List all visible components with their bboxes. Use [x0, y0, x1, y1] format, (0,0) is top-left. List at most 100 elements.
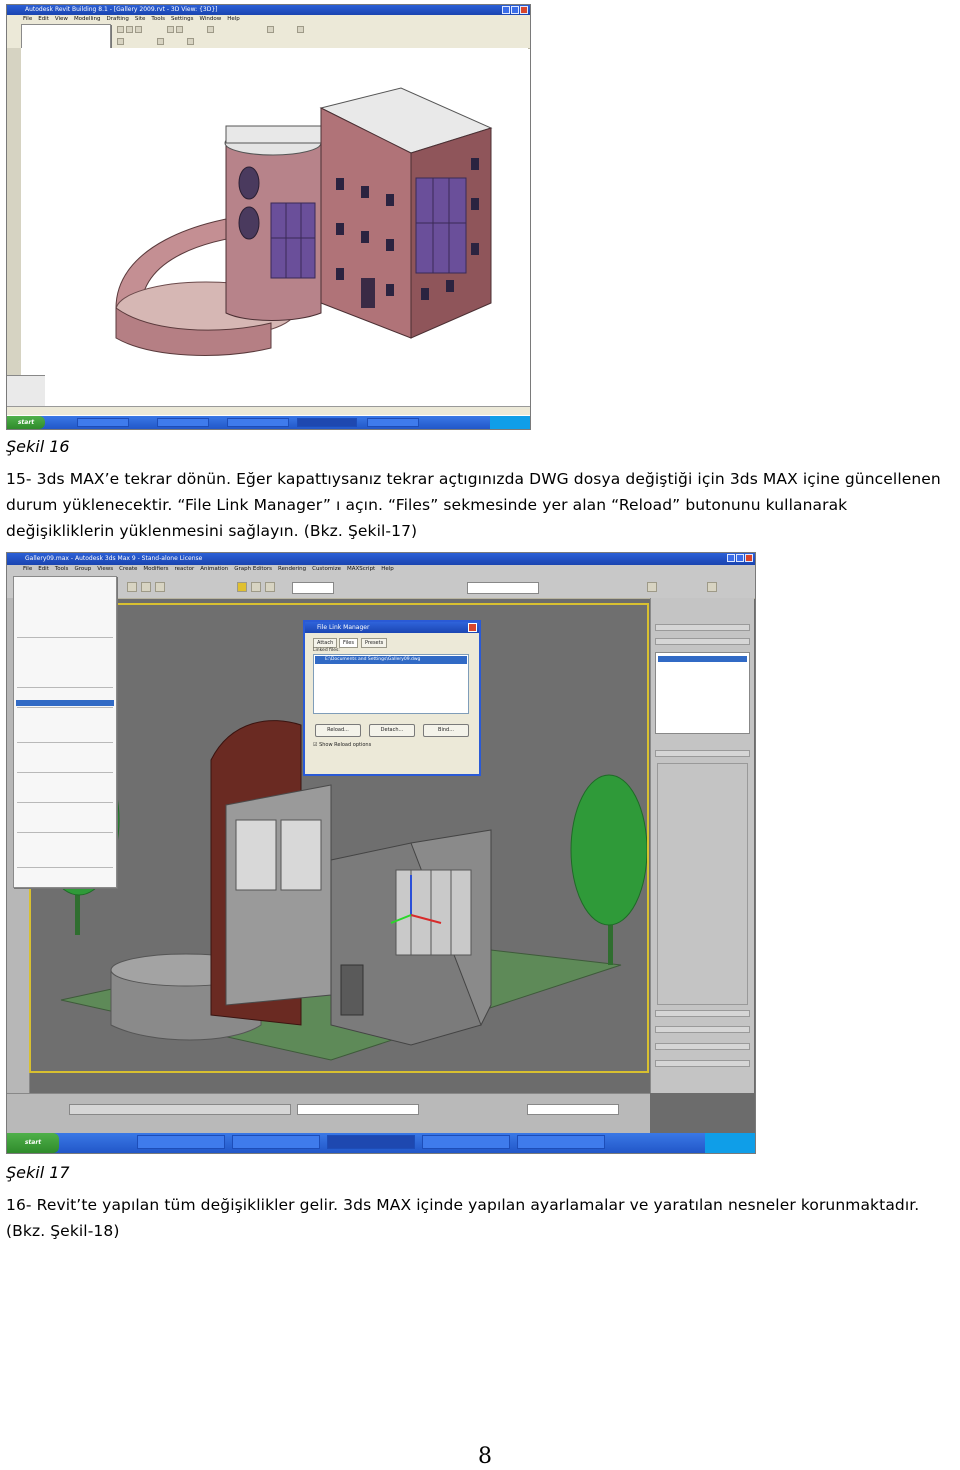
- taskbar-item-revit[interactable]: [297, 418, 357, 427]
- revit-screenshot: Autodesk Revit Building 8.1 - [Gallery 2…: [6, 4, 531, 430]
- maximize-icon[interactable]: [736, 554, 744, 562]
- max-menu-group[interactable]: Group: [74, 565, 91, 576]
- menu-settings[interactable]: Settings: [171, 15, 194, 24]
- scale-icon[interactable]: [265, 582, 275, 592]
- taskbar-item-d[interactable]: [422, 1135, 510, 1149]
- menu-file[interactable]: File: [23, 15, 32, 24]
- 3dsmax-screenshot: Gallery09.max - Autodesk 3ds Max 9 - Sta…: [6, 552, 756, 1154]
- modifier-dropdown[interactable]: [655, 638, 750, 645]
- reference-coord-dropdown[interactable]: [292, 582, 334, 594]
- modifier-list-field[interactable]: [655, 624, 750, 631]
- revit-window-title: Autodesk Revit Building 8.1 - [Gallery 2…: [25, 6, 218, 13]
- max-menu-graph-editors[interactable]: Graph Editors: [234, 565, 272, 576]
- menu-help[interactable]: Help: [227, 15, 240, 24]
- show-reload-options-checkbox[interactable]: ☑ Show Reload options: [313, 742, 371, 748]
- zoom-icon[interactable]: [207, 26, 214, 33]
- tab-presets[interactable]: Presets: [361, 638, 388, 648]
- tab-attach[interactable]: Attach: [313, 638, 338, 648]
- step-15-paragraph: 15- 3ds MAX’e tekrar dönün. Eğer kapattı…: [6, 466, 958, 544]
- linked-files-list[interactable]: E:\Documents and Settings\Gallery09.dwg: [313, 654, 469, 714]
- save-icon[interactable]: [135, 26, 142, 33]
- max-menu-views[interactable]: Views: [97, 565, 113, 576]
- taskbar-item-3[interactable]: [227, 418, 289, 427]
- step-16-line-1: 16- Revit’te yapılan tüm değişiklikler g…: [6, 1196, 920, 1214]
- undo-icon[interactable]: [167, 26, 174, 33]
- menu-view[interactable]: View: [55, 15, 68, 24]
- step-16-paragraph: 16- Revit’te yapılan tüm değişiklikler g…: [6, 1192, 958, 1244]
- start-button-2[interactable]: start: [7, 1133, 59, 1153]
- minimize-icon[interactable]: [502, 6, 510, 14]
- max-menu-modifiers[interactable]: Modifiers: [143, 565, 168, 576]
- max-menu-create[interactable]: Create: [119, 565, 137, 576]
- object-selected-status: [69, 1104, 291, 1115]
- selection-set-field[interactable]: [527, 1104, 619, 1115]
- max-menu-maxscript[interactable]: MAXScript: [347, 565, 375, 576]
- dimension-icon[interactable]: [157, 38, 164, 45]
- menu-modelling[interactable]: Modelling: [74, 15, 101, 24]
- minimize-icon[interactable]: [727, 554, 735, 562]
- menu-window[interactable]: Window: [200, 15, 222, 24]
- dialog-close-icon[interactable]: [468, 623, 477, 632]
- linked-file-entry[interactable]: E:\Documents and Settings\Gallery09.dwg: [315, 656, 467, 664]
- max-menu-tools[interactable]: Tools: [55, 565, 69, 576]
- move-icon[interactable]: [237, 582, 247, 592]
- fit-button-row[interactable]: [655, 1010, 750, 1017]
- new-icon[interactable]: [117, 26, 124, 33]
- dialog-title: File Link Manager: [305, 622, 479, 633]
- start-button[interactable]: start: [7, 416, 45, 429]
- thin-lines-icon[interactable]: [267, 26, 274, 33]
- design-bar: [7, 48, 22, 406]
- windows-taskbar-2: start: [7, 1133, 755, 1153]
- quick-render-icon[interactable]: [707, 582, 717, 592]
- tab-files[interactable]: Files: [339, 638, 358, 648]
- taskbar-item-a[interactable]: [137, 1135, 225, 1149]
- close-icon[interactable]: [745, 554, 753, 562]
- max-status-area: [7, 1093, 650, 1134]
- menu-edit[interactable]: Edit: [38, 15, 49, 24]
- step-16-line-2: (Bkz. Şekil-18): [6, 1222, 120, 1240]
- redo-icon[interactable]: [176, 26, 183, 33]
- max-menu-animation[interactable]: Animation: [200, 565, 228, 576]
- page-number: 8: [478, 1444, 492, 1469]
- taskbar-item-3dsmax[interactable]: [327, 1135, 415, 1149]
- menu-drafting[interactable]: Drafting: [106, 15, 128, 24]
- acquire-row[interactable]: [655, 1060, 750, 1067]
- rotate-icon[interactable]: [251, 582, 261, 592]
- modifier-stack-selected[interactable]: [658, 656, 747, 662]
- view-align-row[interactable]: [655, 1043, 750, 1050]
- max-menu-edit[interactable]: Edit: [38, 565, 49, 576]
- taskbar-item-1[interactable]: [77, 418, 129, 427]
- region-icon[interactable]: [155, 582, 165, 592]
- select-icon[interactable]: [127, 582, 137, 592]
- max-menu-rendering[interactable]: Rendering: [278, 565, 306, 576]
- modifier-stack[interactable]: [655, 652, 750, 734]
- coordinate-fields[interactable]: [297, 1104, 419, 1115]
- select-by-name-icon[interactable]: [141, 582, 151, 592]
- max-menu-reactor[interactable]: reactor: [175, 565, 195, 576]
- detach-button[interactable]: Detach...: [369, 724, 415, 737]
- taskbar-item-b[interactable]: [232, 1135, 320, 1149]
- taskbar-item-2[interactable]: [157, 418, 209, 427]
- max-menu-file[interactable]: File: [23, 565, 32, 576]
- max-menu-customize[interactable]: Customize: [312, 565, 341, 576]
- modify-icon[interactable]: [117, 38, 124, 45]
- reload-button[interactable]: Reload...: [315, 724, 361, 737]
- render-icon[interactable]: [647, 582, 657, 592]
- menu-site[interactable]: Site: [135, 15, 146, 24]
- max-menu-help[interactable]: Help: [381, 565, 394, 576]
- max-file-link-manager-item[interactable]: [16, 700, 114, 706]
- max-title-bar: Gallery09.max - Autodesk 3ds Max 9 - Sta…: [7, 553, 755, 565]
- reset-button-row[interactable]: [655, 1026, 750, 1033]
- menu-tools[interactable]: Tools: [151, 15, 165, 24]
- section-icon[interactable]: [187, 38, 194, 45]
- maximize-icon[interactable]: [511, 6, 519, 14]
- named-selection-field[interactable]: [467, 582, 539, 594]
- measure-icon[interactable]: [297, 26, 304, 33]
- taskbar-item-5[interactable]: [367, 418, 419, 427]
- close-icon[interactable]: [520, 6, 528, 14]
- project-browser: [7, 375, 45, 407]
- bind-button[interactable]: Bind...: [423, 724, 469, 737]
- parameters-rollout[interactable]: [655, 750, 750, 757]
- open-icon[interactable]: [126, 26, 133, 33]
- taskbar-item-e[interactable]: [517, 1135, 605, 1149]
